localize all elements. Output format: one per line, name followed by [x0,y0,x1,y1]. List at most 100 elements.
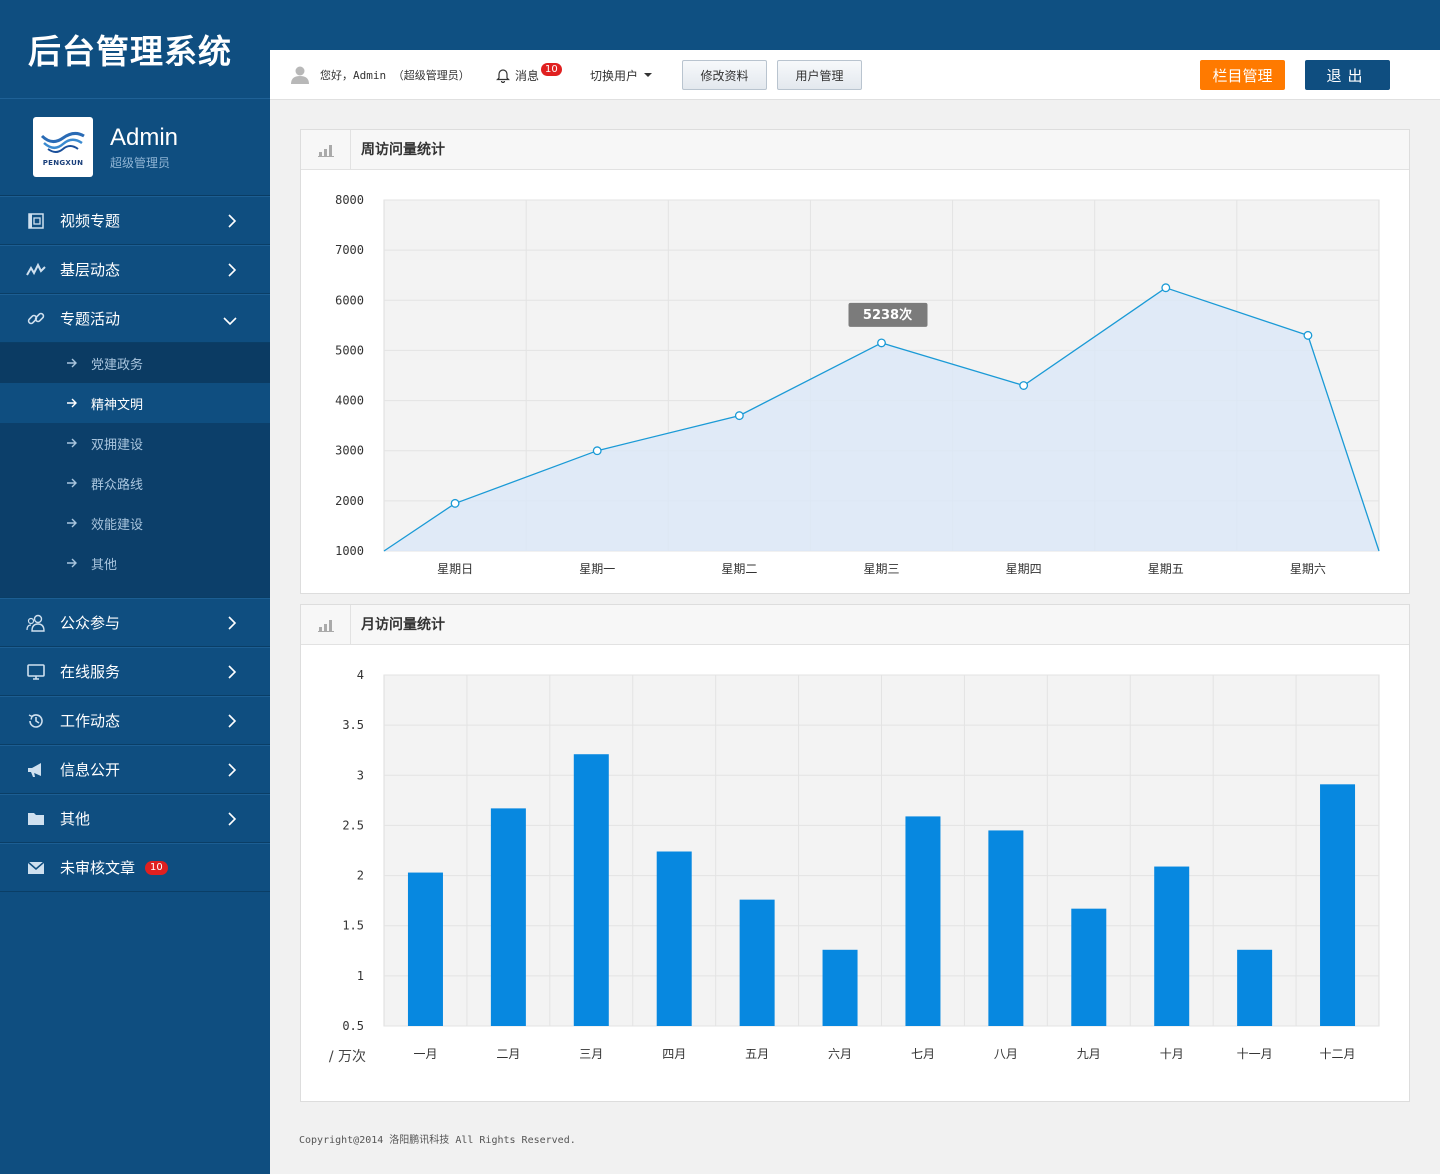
bar [905,816,941,1026]
bar [1071,908,1107,1026]
x-tick-label: 十月 [1160,1047,1184,1061]
sidebar-item-grassroots[interactable]: 基层动态 [0,245,270,294]
sidebar-item-label: 专题活动 [60,310,121,328]
switch-user-dropdown[interactable]: 切换用户 [590,50,653,100]
y-tick-label: 0.5 [342,1019,364,1033]
x-tick-label: 四月 [662,1047,686,1061]
submenu-item-other[interactable]: 其他 [0,543,270,583]
megaphone-icon [26,760,46,780]
y-tick-label: 1.5 [342,919,364,933]
bar [573,754,609,1026]
sidebar-item-label: 信息公开 [60,761,121,779]
x-tick-label: 星期二 [721,562,757,576]
switch-user-label: 切换用户 [590,68,639,83]
sidebar-item-label: 工作动态 [60,712,121,730]
monthly-bar-chart: 0.5 1 1.5 2 2.5 3 3.5 4 一月 二月 三月 四月 五月 六月 七月 八月 九月 十月 十一月 十… [329,668,1380,1065]
panel-header: 周访问量统计 [301,130,1409,170]
logout-label: 退出 [1326,66,1369,85]
y-unit-label: / 万次 [329,1049,366,1065]
sidebar-item-unreviewed[interactable]: 未审核文章 10 [0,843,270,892]
bar [1154,866,1190,1026]
submenu-item-civilization[interactable]: 精神文明 [0,383,270,423]
bar-chart-icon [301,605,351,644]
bar [1237,949,1273,1026]
sidebar-item-label: 未审核文章 [60,859,136,877]
sidebar-item-work-news[interactable]: 工作动态 [0,696,270,745]
submenu-item-party[interactable]: 党建政务 [0,343,270,383]
edit-profile-button[interactable]: 修改资料 [682,60,767,90]
y-tick-label: 2 [357,869,364,883]
user-icon [291,66,309,84]
chevron-right-icon [228,214,237,228]
submenu-item-label: 精神文明 [91,397,144,413]
submenu-item-label: 群众路线 [91,477,144,493]
y-tick-label: 7000 [335,243,364,257]
arrow-right-icon [66,398,78,408]
submenu-item-efficiency[interactable]: 效能建设 [0,503,270,543]
data-point [877,338,886,348]
app-title: 后台管理系统 [28,32,232,71]
arrow-right-icon [66,358,78,368]
caret-down-icon [644,73,653,77]
chevron-right-icon [228,714,237,728]
sidebar-item-public[interactable]: 公众参与 [0,598,270,647]
sidebar-item-online-service[interactable]: 在线服务 [0,647,270,696]
x-tick-label: 十一月 [1237,1047,1273,1061]
history-icon [26,711,46,731]
x-tick-label: 星期五 [1148,562,1184,576]
top-header-band [270,0,1440,50]
profile-name: Admin [110,123,179,151]
film-icon [26,211,46,231]
monthly-visits-panel: 月访问量统计 0.5 1 1.5 2 2.5 3 3.5 4 一月 二月 三月 四月 五月 六月 七月 八月 九… [300,604,1410,1102]
y-tick-label: 6000 [335,293,364,307]
x-tick-label: 一月 [413,1047,437,1061]
submenu-item-military[interactable]: 双拥建设 [0,423,270,463]
sidebar-item-info-public[interactable]: 信息公开 [0,745,270,794]
y-tick-label: 4000 [335,394,364,408]
x-tick-label: 六月 [828,1047,852,1061]
logout-button[interactable]: 退出 [1305,60,1390,90]
messages-link[interactable]: 消息 10 [496,50,562,100]
arrow-right-icon [66,518,78,528]
greeting-text: 您好，Admin （超级管理员） [320,69,470,82]
y-tick-label: 3.5 [342,718,364,732]
submenu-activities: 党建政务 精神文明 双拥建设 群众路线 效能建设 其他 [0,343,270,598]
data-point [734,411,744,421]
user-greeting: 您好，Admin （超级管理员） [290,50,470,100]
x-tick-label: 星期日 [437,562,473,576]
y-tick-label: 8000 [335,193,364,207]
column-management-button[interactable]: 栏目管理 [1200,60,1285,90]
chart-tooltip: 5238次 [848,302,928,327]
x-tick-label: 十二月 [1320,1047,1356,1061]
data-point [1161,283,1171,293]
bar [490,808,526,1026]
unreviewed-count-badge: 10 [145,860,168,875]
bar-chart-icon [301,130,351,169]
user-profile: PENGXUN Admin 超级管理员 [0,99,270,196]
user-management-button[interactable]: 用户管理 [777,60,862,90]
sidebar-item-activities[interactable]: 专题活动 [0,294,270,343]
y-tick-label: 4 [357,668,364,682]
x-tick-label: 九月 [1077,1047,1101,1061]
profile-role: 超级管理员 [110,155,171,170]
y-tick-label: 3 [357,768,364,782]
submenu-item-label: 其他 [91,557,118,573]
arrow-right-icon [66,478,78,488]
sidebar-item-video[interactable]: 视频专题 [0,196,270,245]
avatar[interactable]: PENGXUN [33,117,93,177]
submenu-item-label: 双拥建设 [91,437,144,453]
x-tick-label: 星期一 [579,562,615,576]
sidebar-item-other[interactable]: 其他 [0,794,270,843]
chevron-right-icon [228,812,237,826]
sidebar-item-label: 基层动态 [60,261,121,279]
brand-logo-text: PENGXUN [42,158,84,167]
y-tick-label: 2000 [335,494,364,508]
submenu-item-mass-line[interactable]: 群众路线 [0,463,270,503]
y-tick-label: 3000 [335,444,364,458]
y-tick-label: 1 [357,969,364,983]
data-point [450,498,460,508]
data-point [1019,381,1029,390]
pulse-icon [26,260,46,280]
bar [822,949,858,1026]
bar [988,830,1024,1026]
